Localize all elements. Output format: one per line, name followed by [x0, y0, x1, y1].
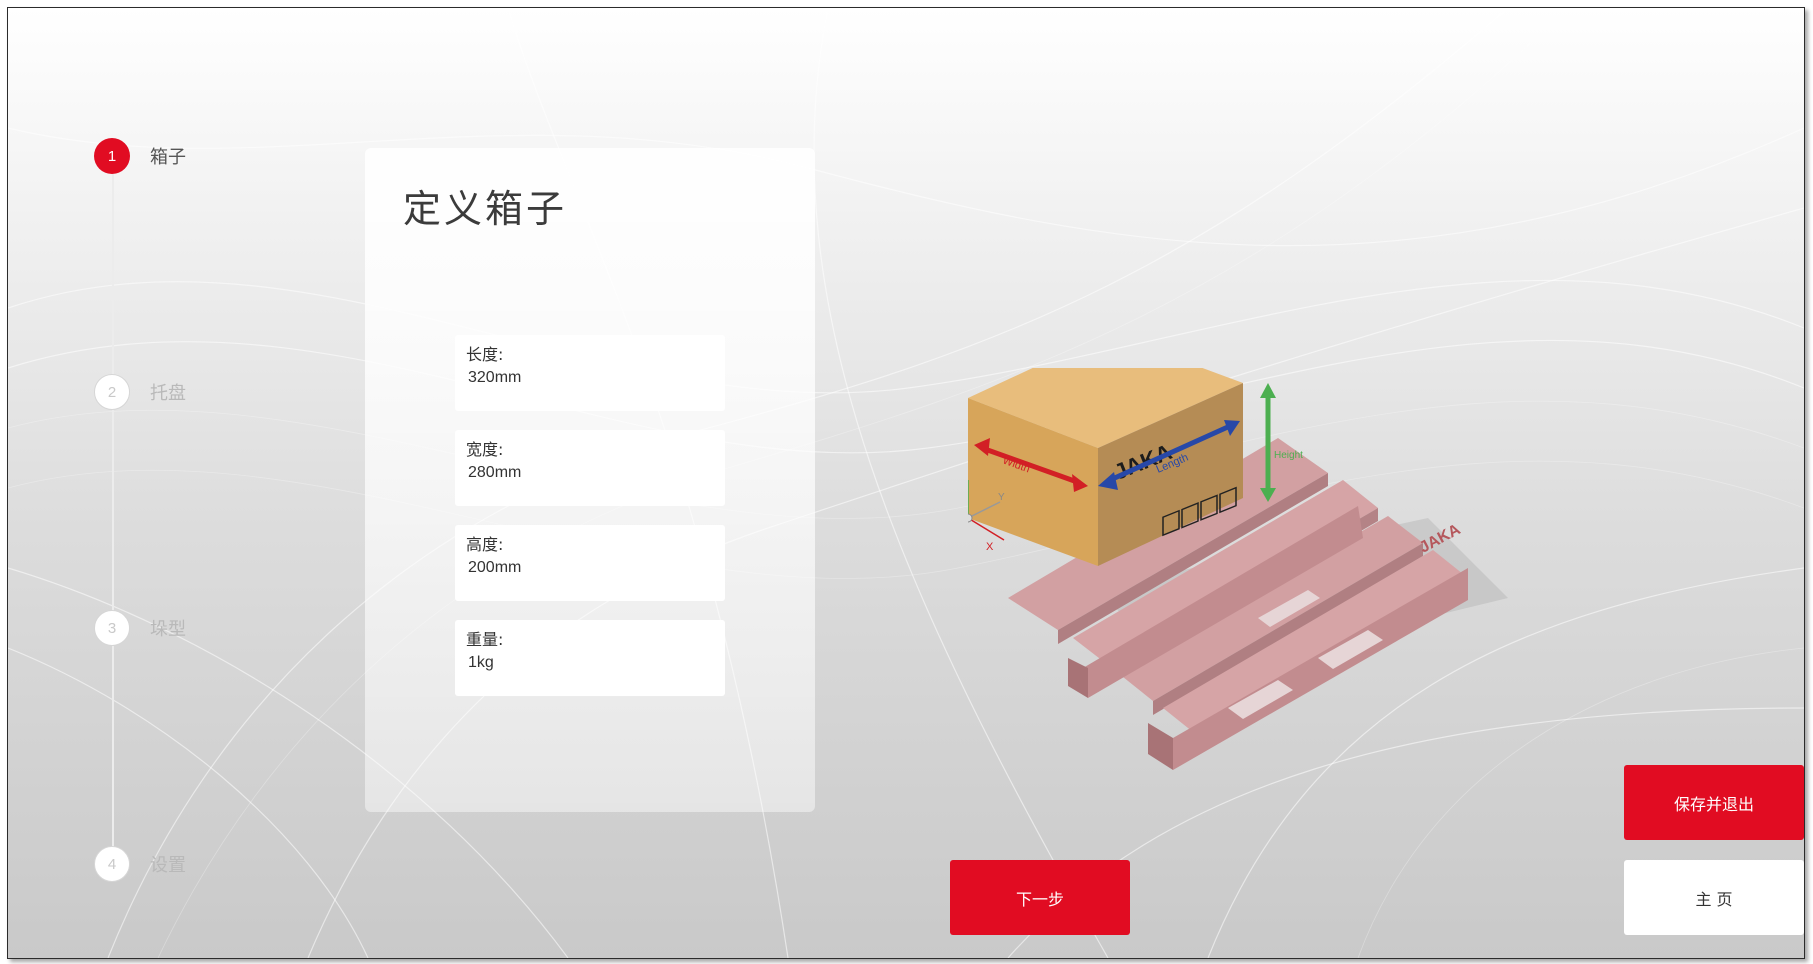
next-step-button[interactable]: 下一步 [950, 860, 1130, 935]
field-label: 高度: [466, 535, 504, 554]
home-button[interactable]: 主 页 [1624, 860, 1804, 935]
field-value[interactable]: 320mm [468, 369, 521, 387]
field-value[interactable]: 1kg [468, 654, 494, 672]
width-field[interactable]: 宽度: 280mm [455, 430, 725, 506]
step-number: 1 [94, 138, 130, 174]
step-number: 3 [94, 610, 130, 646]
step-connector [112, 174, 114, 380]
height-arrow-label: Height [1274, 450, 1303, 461]
step-connector [112, 410, 114, 616]
step-connector [112, 646, 114, 852]
step-box[interactable]: 1 箱子 [94, 138, 186, 174]
step-label: 箱子 [150, 147, 186, 168]
step-settings[interactable]: 4 设置 [94, 846, 186, 882]
step-number: 2 [94, 374, 130, 410]
box-pallet-illustration: JAKA JAKA Width Length Height Y X [968, 368, 1508, 770]
step-label: 托盘 [150, 383, 186, 404]
define-box-panel: 定义箱子 长度: 320mm 宽度: 280mm 高度: 200mm 重量: 1… [365, 148, 815, 812]
axis-x-label: X [986, 541, 994, 553]
field-label: 宽度: [466, 440, 504, 459]
field-label: 重量: [466, 630, 504, 649]
panel-title: 定义箱子 [403, 187, 568, 231]
weight-field[interactable]: 重量: 1kg [455, 620, 725, 696]
app-window: 1 箱子 2 托盘 3 垛型 4 设置 定义箱子 长度: 320mm 宽度: 2… [7, 7, 1805, 959]
save-exit-button[interactable]: 保存并退出 [1624, 765, 1804, 840]
step-label: 设置 [150, 855, 186, 876]
length-field[interactable]: 长度: 320mm [455, 335, 725, 411]
step-number: 4 [94, 846, 130, 882]
field-label: 长度: [466, 345, 504, 364]
step-label: 垛型 [150, 619, 186, 640]
step-pallet[interactable]: 2 托盘 [94, 374, 186, 410]
height-field[interactable]: 高度: 200mm [455, 525, 725, 601]
step-pattern[interactable]: 3 垛型 [94, 610, 186, 646]
field-value[interactable]: 280mm [468, 464, 521, 482]
axis-y-label: Y [998, 492, 1005, 503]
field-value[interactable]: 200mm [468, 559, 521, 577]
